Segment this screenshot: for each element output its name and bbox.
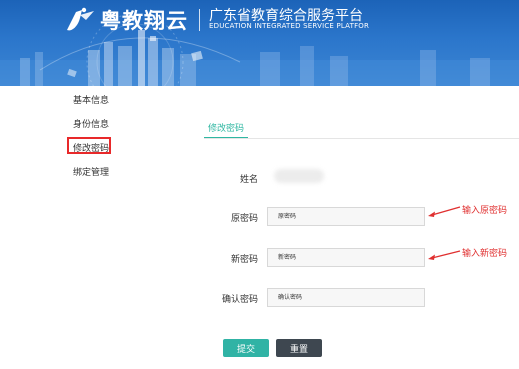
confirm-password-label: 确认密码 (221, 295, 258, 305)
old-password-input[interactable] (267, 207, 425, 226)
sidebar-item-basic-info[interactable]: 基本信息 (73, 93, 109, 106)
reset-button[interactable]: 重置 (276, 339, 322, 357)
tab-change-password[interactable]: 修改密码 (204, 121, 248, 139)
logo-icon (67, 7, 94, 31)
annotation-enter-old-password: 输入原密码 (462, 206, 508, 216)
confirm-password-input[interactable] (267, 288, 425, 307)
new-password-label: 新密码 (230, 255, 258, 265)
arrow-icon-new-password (428, 250, 461, 260)
arrow-icon-old-password (428, 206, 461, 217)
name-value-redacted (274, 169, 324, 183)
platform-subtitle: EDUCATION INTEGRATED SERVICE PLATFOR (209, 22, 370, 30)
header-banner: 粤教翔云 广东省教育综合服务平台 EDUCATION INTEGRATED SE… (0, 0, 519, 86)
header-divider (199, 9, 200, 31)
old-password-label: 原密码 (230, 214, 258, 224)
name-label: 姓名 (239, 175, 258, 185)
sidebar-item-change-password[interactable]: 修改密码 (73, 141, 109, 154)
annotation-enter-new-password: 输入新密码 (462, 249, 508, 259)
sidebar-item-identity-info[interactable]: 身份信息 (73, 117, 109, 130)
brand-name: 粤教翔云 (100, 9, 188, 33)
submit-button[interactable]: 提交 (223, 339, 269, 357)
tab-underline-divider (204, 138, 519, 139)
new-password-input[interactable] (267, 248, 425, 267)
sidebar-item-binding-management[interactable]: 绑定管理 (73, 165, 109, 178)
